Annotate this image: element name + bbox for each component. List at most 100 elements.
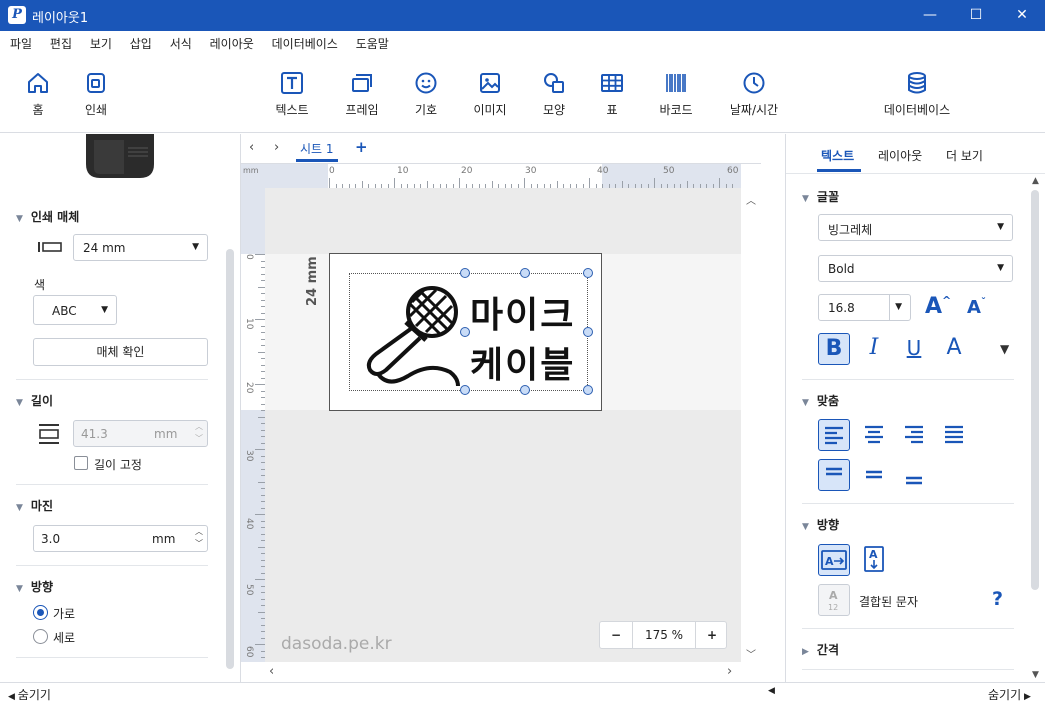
canvas-vertical-scrollbar[interactable]: ︿ ﹀ xyxy=(741,188,761,662)
shape-button[interactable]: 모양 xyxy=(536,71,572,118)
ruler-tick xyxy=(258,611,265,613)
font-size-select[interactable]: 16.8 ▼ xyxy=(818,294,911,321)
combined-chars-button[interactable]: A 12 xyxy=(818,584,850,616)
menu-format[interactable]: 서식 xyxy=(170,31,192,52)
length-section-header[interactable]: ▼ 길이 xyxy=(16,392,53,409)
canvas-horizontal-scrollbar[interactable]: ‹ › xyxy=(241,662,761,682)
spacing-section-header[interactable]: ▶ 간격 xyxy=(802,641,839,658)
resize-handle[interactable] xyxy=(583,327,593,337)
scroll-down-icon[interactable]: ▼ xyxy=(1032,670,1039,680)
underline-button[interactable]: U xyxy=(898,333,930,365)
frame-button[interactable]: 프레임 xyxy=(340,71,384,118)
length-fixed-checkbox[interactable] xyxy=(74,456,88,470)
text-vertical-button[interactable]: A xyxy=(858,544,890,576)
barcode-button[interactable]: 바코드 xyxy=(652,71,700,118)
media-section-header[interactable]: ▼ 인쇄 매체 xyxy=(16,208,79,225)
resize-handle[interactable] xyxy=(460,327,470,337)
image-icon xyxy=(480,73,500,93)
resize-handle[interactable] xyxy=(583,385,593,395)
stepper-icon[interactable]: ︿ ﹀ xyxy=(195,421,203,445)
resize-handle[interactable] xyxy=(520,268,530,278)
valign-middle-button[interactable] xyxy=(858,459,890,491)
resize-handle[interactable] xyxy=(460,385,470,395)
scroll-up-icon[interactable]: ︿ xyxy=(746,192,756,207)
resize-handle[interactable] xyxy=(520,385,530,395)
margin-section-header[interactable]: ▼ 마진 xyxy=(16,497,53,514)
font-grow-button[interactable]: A^ xyxy=(925,294,951,319)
tab-more[interactable]: 더 보기 xyxy=(946,147,983,164)
align-justify-button[interactable] xyxy=(938,419,970,451)
minimize-button[interactable]: — xyxy=(907,0,953,31)
left-scrollbar[interactable] xyxy=(226,249,234,669)
menu-insert[interactable]: 삽입 xyxy=(130,31,152,52)
database-button[interactable]: 데이터베이스 xyxy=(876,71,958,118)
help-icon[interactable]: ? xyxy=(992,588,1003,610)
scroll-left-icon[interactable]: ‹ xyxy=(269,664,274,679)
zoom-control: − 175 % + xyxy=(599,621,727,649)
valign-bottom-button[interactable] xyxy=(898,459,930,491)
tab-sheet-1[interactable]: 시트 1 xyxy=(300,140,334,157)
label-tape[interactable]: 마이크 케이블 xyxy=(329,253,602,411)
valign-bottom-icon xyxy=(906,476,922,485)
window-title: 레이아웃1 xyxy=(32,11,89,26)
print-button[interactable]: 인쇄 xyxy=(76,71,116,118)
zoom-out-button[interactable]: − xyxy=(600,622,632,648)
horizontal-radio[interactable] xyxy=(33,605,48,620)
font-style-select[interactable]: Bold ▼ xyxy=(818,255,1013,282)
scroll-up-icon[interactable]: ▲ xyxy=(1032,176,1039,186)
menu-edit[interactable]: 편집 xyxy=(50,31,72,52)
text-effect-button[interactable]: A xyxy=(938,333,970,365)
align-right-button[interactable] xyxy=(898,419,930,451)
tab-layout[interactable]: 레이아웃 xyxy=(878,147,922,164)
align-section-header[interactable]: ▼ 맞춤 xyxy=(802,392,839,409)
resize-handle[interactable] xyxy=(583,268,593,278)
hide-left-panel-button[interactable]: ◀ 숨기기 xyxy=(8,686,51,703)
add-sheet-button[interactable]: + xyxy=(355,138,368,156)
ruler-tick xyxy=(255,449,265,450)
valign-top-button[interactable] xyxy=(818,459,850,491)
tab-next-icon[interactable]: › xyxy=(274,140,279,155)
font-name-select[interactable]: 빙그레체 ▼ xyxy=(818,214,1013,241)
stepper-icon[interactable]: ︿ ﹀ xyxy=(195,526,203,550)
direction-section-header[interactable]: ▼ 방향 xyxy=(16,578,53,595)
italic-button[interactable]: I xyxy=(858,333,890,365)
hide-right-panel-button[interactable]: 숨기기 ▶ xyxy=(988,686,1031,703)
bold-button[interactable]: B xyxy=(818,333,850,365)
menu-help[interactable]: 도움말 xyxy=(356,31,389,52)
text-button[interactable]: 텍스트 xyxy=(270,71,314,118)
font-section-header[interactable]: ▼ 글꼴 xyxy=(802,188,839,205)
length-fixed-label: 길이 고정 xyxy=(94,458,142,472)
zoom-level[interactable]: 175 % xyxy=(632,622,696,648)
vertical-radio[interactable] xyxy=(33,629,48,644)
font-shrink-button[interactable]: Aˇ xyxy=(967,297,986,318)
datetime-button[interactable]: 날짜/시간 xyxy=(724,71,784,118)
align-center-button[interactable] xyxy=(858,419,890,451)
length-input[interactable]: 41.3 mm ︿ ﹀ xyxy=(73,420,208,447)
scroll-left-icon[interactable]: ◀ xyxy=(768,686,775,696)
table-button[interactable]: 표 xyxy=(596,71,628,118)
scroll-down-icon[interactable]: ﹀ xyxy=(746,646,756,661)
media-size-select[interactable]: 24 mm ▼ xyxy=(73,234,208,261)
symbol-button[interactable]: 기호 xyxy=(408,71,444,118)
menu-view[interactable]: 보기 xyxy=(90,31,112,52)
right-scrollbar[interactable] xyxy=(1031,190,1039,590)
align-left-button[interactable] xyxy=(818,419,850,451)
menu-database[interactable]: 데이터베이스 xyxy=(272,31,338,52)
more-format-dropdown[interactable]: ▼ xyxy=(1000,342,1009,356)
tab-prev-icon[interactable]: ‹ xyxy=(249,140,254,155)
close-button[interactable]: ✕ xyxy=(999,0,1045,31)
zoom-in-button[interactable]: + xyxy=(696,622,728,648)
maximize-button[interactable]: ☐ xyxy=(953,0,999,31)
text-horizontal-button[interactable]: A xyxy=(818,544,850,576)
margin-input[interactable]: 3.0 mm ︿ ﹀ xyxy=(33,525,208,552)
resize-handle[interactable] xyxy=(460,268,470,278)
direction-section-header[interactable]: ▼ 방향 xyxy=(802,516,839,533)
home-button[interactable]: 홈 xyxy=(20,71,56,118)
tab-text[interactable]: 텍스트 xyxy=(821,147,854,164)
media-check-button[interactable]: 매체 확인 xyxy=(33,338,208,366)
color-select[interactable]: ABC ▼ xyxy=(33,295,117,325)
scroll-right-icon[interactable]: › xyxy=(727,664,732,679)
menu-layout[interactable]: 레이아웃 xyxy=(210,31,254,52)
image-button[interactable]: 이미지 xyxy=(468,71,512,118)
menu-file[interactable]: 파일 xyxy=(10,31,32,52)
